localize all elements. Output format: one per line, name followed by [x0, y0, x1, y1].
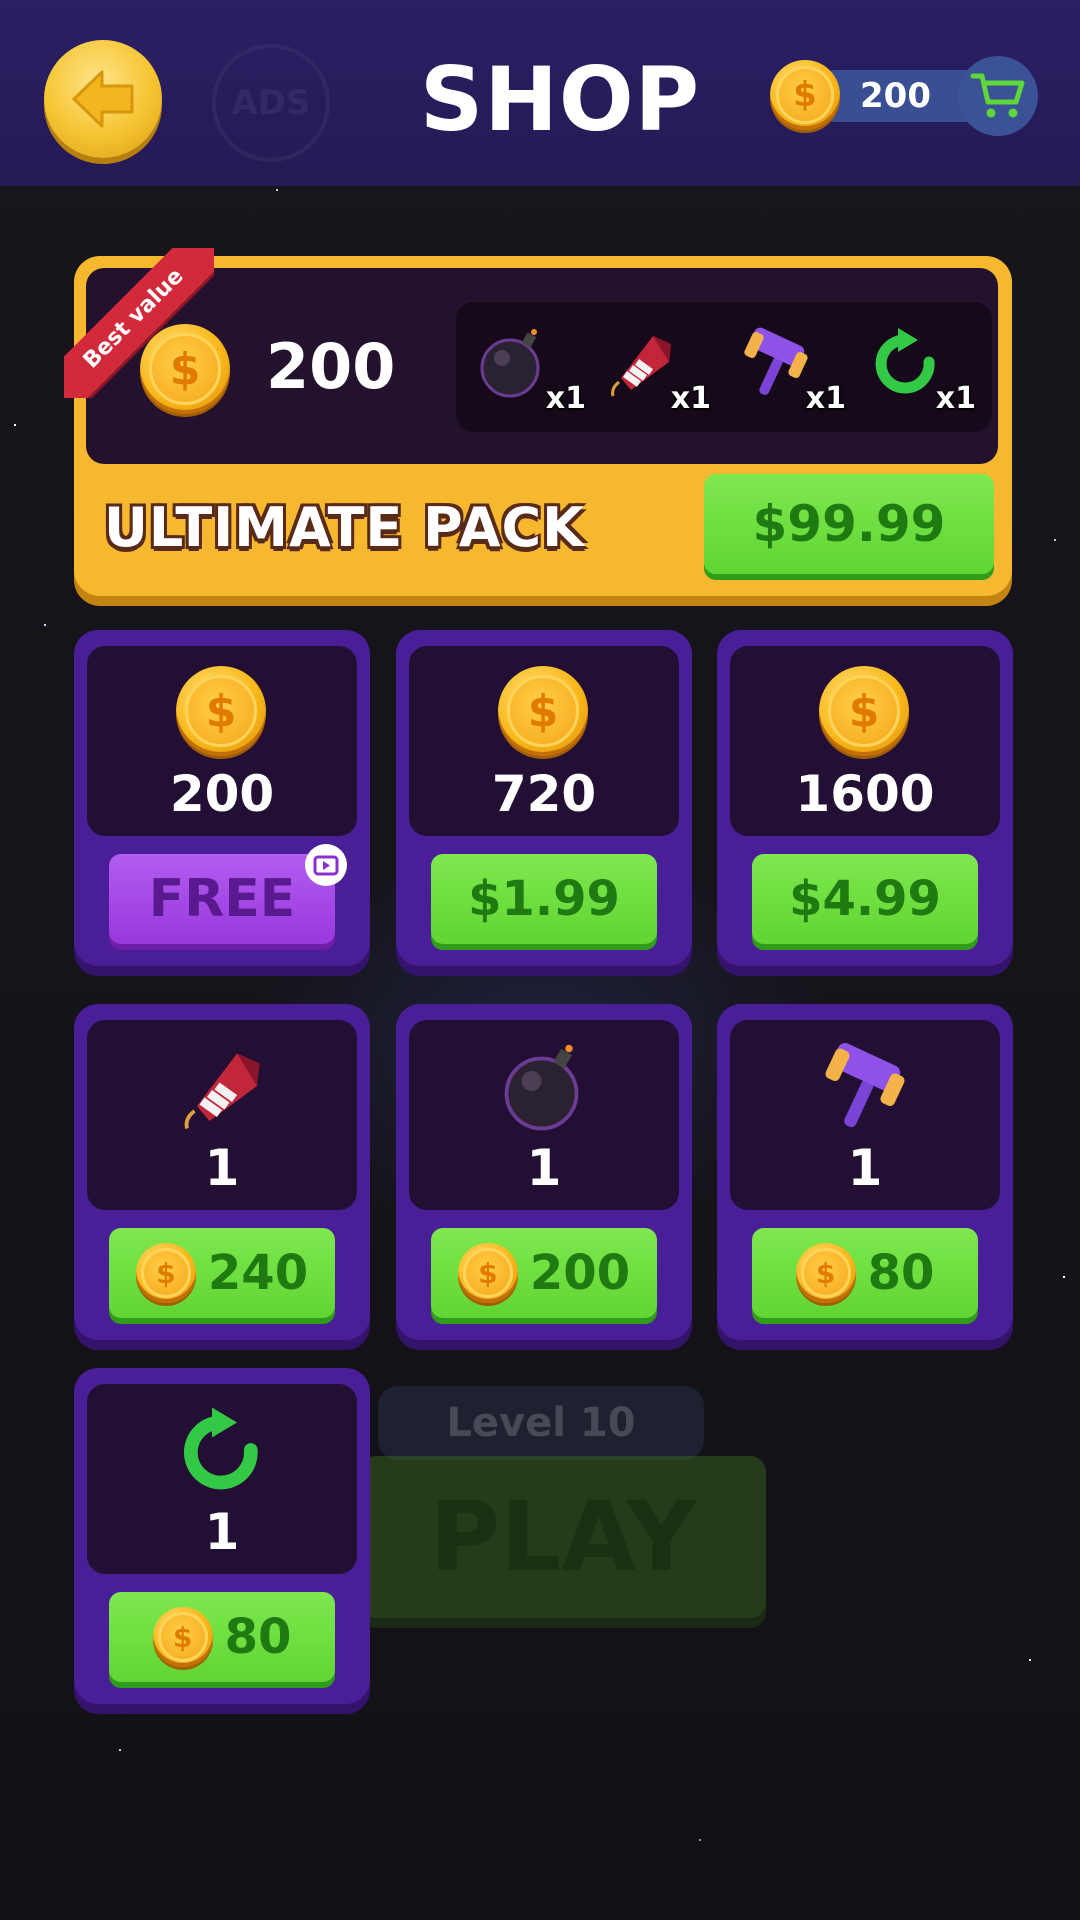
- background-play-button: PLAY: [360, 1456, 766, 1618]
- cart-icon: [970, 73, 1025, 118]
- booster-amount: 1: [204, 1503, 240, 1561]
- background-level-label: Level 10: [378, 1386, 704, 1460]
- hammer-icon: [815, 1036, 915, 1136]
- coin-offer-amount: 720: [491, 765, 597, 823]
- coin-offer-amount: 200: [169, 765, 275, 823]
- booster-card-rocket: 1 $ 240: [74, 1004, 370, 1340]
- coin-icon: $: [494, 662, 594, 762]
- coin-offer-amount: 1600: [795, 765, 935, 823]
- coin-icon: $: [457, 1243, 518, 1303]
- buy-720-coins-button[interactable]: $1.99: [431, 854, 657, 944]
- coin-icon: $: [172, 662, 272, 762]
- bomb-icon: [494, 1036, 594, 1136]
- coin-icon: $: [152, 1607, 213, 1667]
- booster-amount: 1: [204, 1139, 240, 1197]
- booster-card-hammer: 1 $ 80: [717, 1004, 1013, 1340]
- coin-offer-card-200: $ 200 FREE: [74, 630, 370, 966]
- hammer-icon: [744, 327, 808, 395]
- pack-coin-amount: 200: [266, 330, 396, 403]
- booster-amount: 1: [526, 1139, 562, 1197]
- buy-refresh-button[interactable]: $ 80: [109, 1592, 335, 1682]
- buy-1600-coins-button[interactable]: $4.99: [752, 854, 978, 944]
- refresh-icon: [875, 328, 935, 394]
- coin-icon: $: [135, 1243, 196, 1303]
- back-arrow-icon: [72, 70, 134, 128]
- best-value-ribbon: Best value: [64, 248, 214, 398]
- ultimate-pack-card: $ 200 x1 x1 x1 x1 Best value ULTIMATE PA…: [64, 248, 1012, 596]
- rocket-icon: [611, 336, 671, 397]
- buy-bomb-button[interactable]: $ 200: [431, 1228, 657, 1318]
- booster-amount: 1: [847, 1139, 883, 1197]
- ultimate-pack-contents: $ 200 x1 x1 x1 x1: [86, 268, 998, 464]
- shop-header: ADS SHOP $ 200: [0, 0, 1080, 186]
- coin-balance: 200: [860, 76, 931, 116]
- cart-button[interactable]: [958, 56, 1038, 136]
- coin-icon: $: [770, 60, 840, 130]
- coin-icon: $: [815, 662, 915, 762]
- coin-offer-card-1600: $ 1600 $4.99: [717, 630, 1013, 966]
- coin-offer-card-720: $ 720 $1.99: [396, 630, 692, 966]
- page-title: SHOP: [419, 48, 701, 151]
- coin-icon: $: [795, 1243, 856, 1303]
- refresh-icon: [172, 1400, 272, 1500]
- pack-item-bomb: x1: [476, 322, 586, 422]
- rocket-icon: [172, 1036, 272, 1136]
- buy-rocket-button[interactable]: $ 240: [109, 1228, 335, 1318]
- pack-item-hammer: x1: [736, 322, 846, 422]
- remove-ads-icon: ADS: [212, 44, 330, 162]
- bomb-icon: [480, 329, 540, 398]
- free-coins-button[interactable]: FREE: [109, 844, 347, 944]
- pack-item-refresh: x1: [866, 322, 976, 422]
- buy-hammer-button[interactable]: $ 80: [752, 1228, 978, 1318]
- booster-card-bomb: 1 $ 200: [396, 1004, 692, 1340]
- ultimate-pack-title: ULTIMATE PACK: [104, 496, 585, 559]
- free-button-label: FREE: [148, 869, 296, 929]
- pack-items: x1 x1 x1 x1: [456, 302, 992, 432]
- video-ad-icon: [305, 844, 347, 886]
- booster-card-refresh: 1 $ 80: [74, 1368, 370, 1704]
- ultimate-pack-buy-button[interactable]: $99.99: [704, 474, 994, 574]
- pack-item-rocket: x1: [601, 322, 711, 422]
- back-button[interactable]: [44, 40, 162, 158]
